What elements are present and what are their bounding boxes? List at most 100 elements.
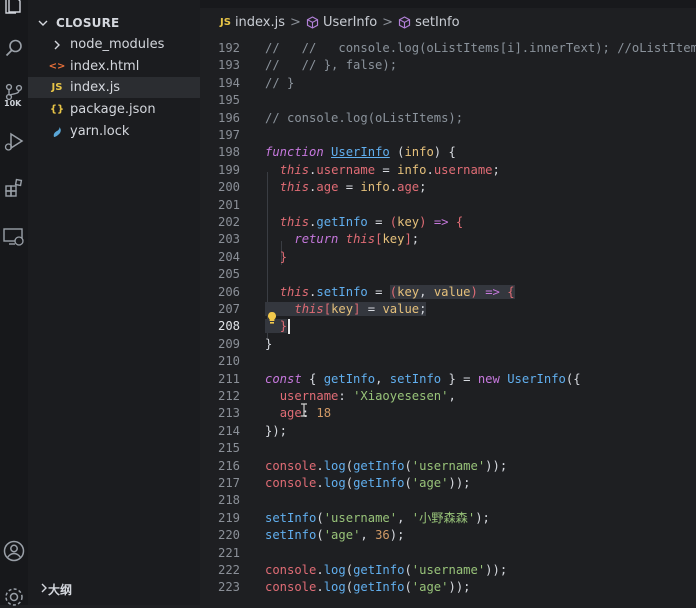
code-line: 216 console.log(getInfo('username')); — [200, 458, 696, 475]
breadcrumb-file[interactable]: index.js — [235, 15, 285, 30]
run-debug-icon[interactable] — [0, 130, 28, 154]
line-number: 199 — [217, 162, 240, 177]
line-number: 211 — [217, 371, 240, 386]
code-line: 223 console.log(getInfo('age')); — [200, 579, 696, 596]
line-number: 212 — [217, 389, 240, 403]
tree-item-package-json[interactable]: {} package.json — [28, 99, 200, 120]
tree-item-label: yarn.lock — [70, 124, 130, 139]
outline-section-header[interactable]: 大纲 — [28, 579, 200, 599]
line-number: 203 — [217, 232, 240, 247]
js-file-icon: JS — [51, 82, 63, 93]
line-number: 218 — [217, 493, 240, 508]
code-line: 195 — [200, 92, 696, 109]
line-number: 204 — [217, 249, 240, 264]
code-line: 193// // }, false); — [200, 57, 696, 74]
breadcrumb-symbol-setinfo[interactable]: setInfo — [415, 15, 459, 30]
code-line: 206 this.setInfo = (key, value) => { — [200, 284, 696, 301]
code-line: 209} — [200, 336, 696, 353]
line-number: 195 — [217, 93, 240, 108]
explorer-root-folder[interactable]: CLOSURE — [28, 12, 200, 33]
code-line: 197 — [200, 127, 696, 144]
line-number: 206 — [217, 284, 240, 299]
explorer-sidebar: CLOSURE node_modules <> index.html JS in… — [28, 0, 200, 605]
line-number: 202 — [217, 215, 240, 229]
line-number: 193 — [217, 58, 240, 73]
breadcrumb: JS index.js > UserInfo > setInfo — [200, 12, 696, 32]
line-number: 200 — [217, 180, 240, 195]
scm-badge: 10K — [4, 99, 22, 108]
code-line: 203 return this[key]; — [200, 231, 696, 248]
line-number: 201 — [217, 197, 240, 212]
account-icon[interactable] — [0, 538, 28, 564]
code-line: 194// } — [200, 75, 696, 92]
line-number: 216 — [217, 458, 240, 473]
line-number: 207 — [217, 302, 240, 316]
outline-label: 大纲 — [48, 582, 73, 597]
line-number: 208 — [217, 319, 240, 334]
line-number: 217 — [217, 476, 240, 490]
symbol-class-icon — [306, 15, 319, 29]
code-line: 199 this.username = info.username; — [200, 162, 696, 179]
tree-item-label: node_modules — [70, 37, 165, 52]
code-line: 215 — [200, 440, 696, 457]
editor-area: JS index.js > UserInfo > setInfo 192// /… — [200, 0, 696, 605]
tree-item-index-html[interactable]: <> index.html — [28, 56, 200, 77]
code-line: 217 console.log(getInfo('age')); — [200, 475, 696, 492]
tree-item-label: index.js — [70, 80, 121, 95]
json-file-icon: {} — [49, 104, 65, 115]
code-line: 219 setInfo('username', '小野森森'); — [200, 510, 696, 527]
activity-bar: 10K — [0, 0, 28, 606]
tree-item-index-js[interactable]: JS index.js — [28, 77, 200, 98]
code-line: 213 age: 18 — [200, 405, 696, 422]
remote-explorer-icon[interactable] — [0, 226, 28, 248]
code-line: 201 — [200, 197, 696, 214]
tree-item-label: package.json — [70, 102, 156, 117]
chevron-down-icon — [36, 19, 50, 27]
yarn-file-icon — [50, 126, 64, 138]
chevron-right-icon — [50, 40, 64, 50]
code-line: 212 username: 'Xiaoyesesen', — [200, 388, 696, 405]
line-number: 198 — [217, 145, 240, 160]
js-file-icon: JS — [220, 16, 231, 28]
line-number: 205 — [217, 267, 240, 282]
code-line: 204 } — [200, 249, 696, 266]
code-line: 198 function UserInfo (info) { — [200, 144, 696, 161]
lightbulb-icon[interactable] — [266, 311, 278, 328]
line-number: 223 — [217, 580, 240, 595]
code-line: 205 — [200, 266, 696, 283]
text-cursor — [288, 319, 290, 335]
line-number: 215 — [217, 441, 240, 456]
code-line: 218 — [200, 492, 696, 509]
line-number: 210 — [217, 354, 240, 369]
tree-item-label: index.html — [70, 59, 140, 74]
line-number: 209 — [217, 336, 240, 351]
mouse-ibeam-cursor-icon — [300, 403, 308, 420]
editor-tab-strip — [200, 0, 696, 8]
line-number: 222 — [217, 563, 240, 577]
line-number: 196 — [217, 110, 240, 125]
code-line: 211 const { getInfo, setInfo } = new User… — [200, 371, 696, 388]
code-line: 200 this.age = info.age; — [200, 179, 696, 196]
line-number: 214 — [217, 423, 240, 438]
line-number: 197 — [217, 128, 240, 142]
line-number: 194 — [217, 75, 240, 90]
line-number: 192 — [217, 41, 240, 55]
breadcrumb-separator: > — [382, 14, 394, 30]
breadcrumb-separator: > — [290, 14, 301, 30]
code-line: 214}); — [200, 423, 696, 440]
line-number: 220 — [217, 528, 240, 543]
explorer-icon[interactable] — [0, 0, 28, 16]
tree-item-yarn-lock[interactable]: yarn.lock — [28, 121, 200, 142]
extensions-icon[interactable] — [0, 176, 28, 200]
breadcrumb-symbol-userinfo[interactable]: UserInfo — [323, 15, 377, 30]
code-line: 221 — [200, 545, 696, 562]
code-line: 222 console.log(getInfo('username')); — [200, 562, 696, 579]
chevron-right-icon — [40, 582, 48, 596]
tree-item-node-modules[interactable]: node_modules — [28, 34, 200, 55]
root-folder-label: CLOSURE — [56, 15, 120, 30]
code-line: 210 — [200, 353, 696, 370]
code-line: 220 setInfo('age', 36); — [200, 527, 696, 544]
code-editor[interactable]: 192// // console.log(oListItems[i].inner… — [200, 40, 696, 605]
html-file-icon: <> — [48, 61, 66, 72]
search-icon[interactable] — [0, 36, 28, 60]
